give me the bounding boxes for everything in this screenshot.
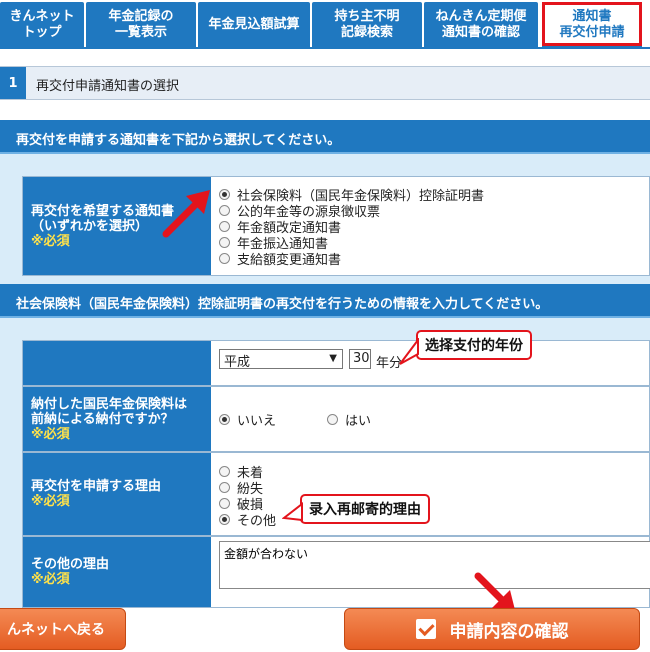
year-row: 平成 ▼ 30 年分 [22, 340, 650, 386]
nav-underline [0, 47, 650, 49]
year-label [23, 341, 211, 385]
step-title: 再交付申請通知書の選択 [36, 79, 180, 94]
top-navigation: きんネット トップ 年金記録の 一覧表示 年金見込額試算 持ち主不明 記録検索 … [0, 0, 650, 49]
radio-icon [219, 482, 230, 493]
radio-icon [219, 498, 230, 509]
notice-select-row: 再交付を希望する通知書 （いずれかを選択） ※必須 社会保険料（国民年金保険料）… [22, 176, 650, 276]
radio-icon [219, 414, 230, 425]
section2-frame: 平成 ▼ 30 年分 納付した国民年金保険料は 前納による納付ですか？ ※必須 い… [0, 318, 650, 608]
radio-icon [219, 205, 230, 216]
tab-unknown-record-search[interactable]: 持ち主不明 記録検索 [312, 2, 422, 47]
year-input[interactable]: 30 [349, 349, 371, 369]
era-select[interactable]: 平成 ▼ [219, 349, 343, 370]
year-unit: 年分 [376, 356, 403, 371]
radio-icon [327, 414, 338, 425]
other-reason-textarea[interactable]: 金額が合わない [219, 541, 650, 589]
tab-reissue-request[interactable]: 通知書 再交付申請 [542, 2, 642, 47]
tab-regular-notice[interactable]: ねんきん定期便 通知書の確認 [424, 2, 538, 47]
step-number: 1 [0, 67, 26, 99]
required-mark: ※必須 [31, 494, 70, 509]
notice-option-change-notice[interactable]: 支給額変更通知書 [219, 249, 341, 268]
section2-instruction: 社会保険料（国民年金保険料）控除証明書の再交付を行うための情報を入力してください… [0, 284, 650, 318]
radio-icon [219, 189, 230, 200]
radio-icon [219, 253, 230, 264]
prepay-label: 納付した国民年金保険料は 前納による納付ですか？ ※必須 [23, 387, 211, 451]
reason-label: 再交付を申請する理由 ※必須 [23, 453, 211, 535]
section1-frame: 再交付を希望する通知書 （いずれかを選択） ※必須 社会保険料（国民年金保険料）… [0, 154, 650, 284]
radio-icon [219, 466, 230, 477]
reason-option-other[interactable]: その他 [219, 510, 276, 529]
back-to-nenkin-net-button[interactable]: んネットへ戻る [0, 608, 126, 650]
year-callout: 选择支付的年份 [416, 330, 532, 360]
tab-record-list[interactable]: 年金記録の 一覧表示 [86, 2, 196, 47]
other-reason-row: その他の理由 ※必須 金額が合わない [22, 536, 650, 608]
other-reason-label: その他の理由 ※必須 [23, 537, 211, 607]
prepay-row: 納付した国民年金保険料は 前納による納付ですか？ ※必須 いいえ はい [22, 386, 650, 452]
tab-pension-estimate[interactable]: 年金見込額試算 [198, 2, 310, 47]
reason-callout: 录入再邮寄的理由 [300, 494, 430, 524]
section1-instruction: 再交付を申請する通知書を下記から選択してください。 [0, 120, 650, 154]
confirm-application-button[interactable]: 申請内容の確認 [344, 608, 640, 650]
checkbox-icon [415, 619, 436, 639]
notice-options: 社会保険料（国民年金保険料）控除証明書 公的年金等の源泉徴収票 年金額改定通知書… [219, 177, 649, 275]
step-header: 1 再交付申請通知書の選択 [0, 66, 650, 100]
prepay-option-no[interactable]: いいえ [219, 410, 276, 429]
tab-nenkin-net-top[interactable]: きんネット トップ [0, 2, 84, 47]
notice-select-label: 再交付を希望する通知書 （いずれかを選択） ※必須 [23, 177, 211, 275]
required-mark: ※必須 [31, 426, 70, 442]
required-mark: ※必須 [31, 233, 70, 249]
required-mark: ※必須 [31, 572, 70, 587]
radio-icon [219, 514, 230, 525]
radio-icon [219, 221, 230, 232]
chevron-down-icon: ▼ [329, 353, 337, 364]
prepay-option-yes[interactable]: はい [327, 410, 371, 429]
radio-icon [219, 237, 230, 248]
